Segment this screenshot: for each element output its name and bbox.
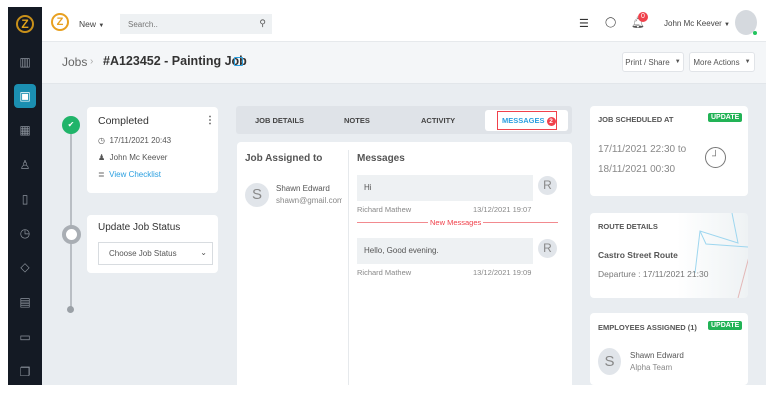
search-input[interactable] bbox=[120, 14, 250, 35]
check-icon: ✔ bbox=[62, 116, 80, 134]
breadcrumb-jobs-link[interactable]: Jobs bbox=[62, 55, 87, 69]
tag-icon[interactable]: ◇ bbox=[17, 259, 33, 275]
map-icon[interactable]: ▯ bbox=[17, 191, 33, 207]
schedule-from: 17/11/2021 22:30 to bbox=[598, 144, 687, 155]
more-actions-label: More Actions bbox=[693, 57, 740, 67]
timeline-current-node bbox=[62, 225, 81, 244]
employees-card: EMPLOYEES ASSIGNED (1) UPDATE S Shawn Ed… bbox=[590, 313, 748, 385]
print-share-label: Print / Share bbox=[625, 57, 670, 67]
more-actions-button[interactable]: More Actions ▼ bbox=[689, 52, 755, 72]
view-checklist-link[interactable]: View Checklist bbox=[109, 170, 161, 179]
chart-icon[interactable]: ▥ bbox=[17, 54, 33, 70]
update-status-card: Update Job Status Choose Job Status ⌄ bbox=[87, 215, 218, 273]
tab-messages-label: MESSAGES bbox=[502, 116, 545, 125]
briefcase-icon[interactable]: ▣ bbox=[14, 84, 36, 108]
schedule-card: JOB SCHEDULED AT UPDATE 17/11/2021 22:30… bbox=[590, 106, 748, 196]
search-box[interactable]: ⚲ bbox=[120, 14, 272, 35]
route-map bbox=[694, 213, 748, 298]
schedule-to: 18/11/2021 00:30 bbox=[598, 164, 676, 175]
checklist-row: ≣ View Checklist bbox=[98, 170, 161, 179]
status-card: Completed ⋮ ◷ 17/11/2021 20:43 ♟ John Mc… bbox=[87, 107, 218, 193]
message-bubble: Hello, Good evening. bbox=[357, 238, 533, 264]
route-card: ROUTE DETAILS Castro Street Route Depart… bbox=[590, 213, 748, 298]
calendar-icon[interactable]: ▦ bbox=[17, 122, 33, 138]
message-sender: Richard Mathew bbox=[357, 268, 412, 277]
clock-icon: ◷ bbox=[98, 136, 105, 145]
panel-divider bbox=[348, 150, 349, 385]
page-title: #A123452 - Painting Job bbox=[103, 54, 247, 68]
message-time: 13/12/2021 19:09 bbox=[473, 268, 532, 277]
select-value: Choose Job Status bbox=[109, 249, 177, 258]
sidebar: Z ▥ ▣ ▦ ♙ ▯ ◷ ◇ ▤ ▭ ❐ bbox=[8, 7, 42, 385]
more-options-icon[interactable]: ⋮ bbox=[205, 115, 215, 126]
messages-title: Messages bbox=[357, 153, 405, 164]
message-time: 13/12/2021 19:07 bbox=[473, 205, 532, 214]
update-status-title: Update Job Status bbox=[98, 222, 181, 233]
edit-icon[interactable] bbox=[234, 57, 243, 66]
schedule-title: JOB SCHEDULED AT bbox=[598, 115, 674, 124]
schedule-update-button[interactable]: UPDATE bbox=[708, 113, 743, 122]
chevron-down-icon: ⌄ bbox=[200, 248, 207, 257]
route-title: ROUTE DETAILS bbox=[598, 222, 658, 231]
notification-badge: 0 bbox=[638, 12, 648, 22]
assignee-avatar: S bbox=[245, 183, 269, 207]
caret-down-icon: ▼ bbox=[98, 23, 105, 29]
print-share-button[interactable]: Print / Share ▼ bbox=[622, 52, 684, 72]
status-datetime: 17/11/2021 20:43 bbox=[109, 136, 172, 145]
route-departure: Departure : 17/11/2021 21:30 bbox=[598, 269, 709, 279]
list-icon[interactable]: ☰ bbox=[579, 17, 589, 30]
brand-logo-icon[interactable]: Z bbox=[51, 13, 69, 31]
clock-icon: ┘ bbox=[705, 147, 726, 168]
person-icon: ♟ bbox=[98, 153, 106, 162]
tab-notes[interactable]: NOTES bbox=[344, 116, 370, 125]
datetime-row: ◷ 17/11/2021 20:43 bbox=[98, 136, 171, 145]
status-user: John Mc Keever bbox=[109, 153, 168, 162]
user-name: John Mc Keever bbox=[664, 19, 722, 28]
employee-name: Shawn Edward bbox=[630, 351, 684, 360]
caret-down-icon: ▼ bbox=[744, 59, 751, 65]
employee-team: Alpha Team bbox=[630, 363, 673, 372]
clock-icon[interactable]: ◷ bbox=[17, 225, 33, 241]
search-icon[interactable]: ⚲ bbox=[259, 18, 266, 29]
logo-icon[interactable]: Z bbox=[16, 15, 34, 33]
online-indicator bbox=[753, 31, 757, 35]
sender-avatar: R bbox=[538, 176, 557, 195]
timeline-end-node bbox=[67, 306, 74, 313]
chat-icon[interactable]: ◯ bbox=[605, 17, 616, 28]
employee-avatar: S bbox=[598, 348, 621, 375]
breadcrumb-separator: › bbox=[90, 56, 94, 67]
route-name: Castro Street Route bbox=[598, 250, 678, 260]
calculator-icon[interactable]: ▤ bbox=[17, 294, 33, 310]
new-messages-divider: New Messages bbox=[428, 218, 484, 227]
assignee-email: shawn@gmail.com bbox=[276, 196, 342, 205]
tab-job-details[interactable]: JOB DETAILS bbox=[255, 116, 304, 125]
message-bubble: Hi bbox=[357, 175, 533, 201]
assignee-name: Shawn Edward bbox=[276, 184, 330, 193]
status-label: Completed bbox=[98, 115, 149, 127]
new-menu-button[interactable]: New ▼ bbox=[79, 19, 104, 29]
caret-down-icon: ▼ bbox=[674, 59, 681, 65]
job-status-select[interactable]: Choose Job Status ⌄ bbox=[98, 242, 213, 265]
user-menu[interactable]: John Mc Keever ▼ bbox=[664, 19, 730, 28]
folder-icon[interactable]: ▭ bbox=[17, 329, 33, 345]
new-label: New bbox=[79, 19, 97, 29]
employees-title: EMPLOYEES ASSIGNED (1) bbox=[598, 323, 697, 332]
tab-activity[interactable]: ACTIVITY bbox=[421, 116, 455, 125]
employees-update-button[interactable]: UPDATE bbox=[708, 321, 743, 330]
user-row: ♟ John Mc Keever bbox=[98, 153, 167, 162]
sender-avatar: R bbox=[538, 239, 557, 258]
list-icon: ≣ bbox=[98, 170, 105, 179]
messages-badge: 2 bbox=[546, 117, 556, 126]
message-sender: Richard Mathew bbox=[357, 205, 412, 214]
caret-down-icon: ▼ bbox=[724, 22, 730, 28]
documents-icon[interactable]: ❐ bbox=[17, 364, 33, 380]
tab-messages[interactable]: MESSAGES 2 bbox=[497, 111, 557, 130]
user-icon[interactable]: ♙ bbox=[17, 157, 33, 173]
timeline-line bbox=[70, 133, 72, 310]
assigned-title: Job Assigned to bbox=[245, 153, 323, 164]
